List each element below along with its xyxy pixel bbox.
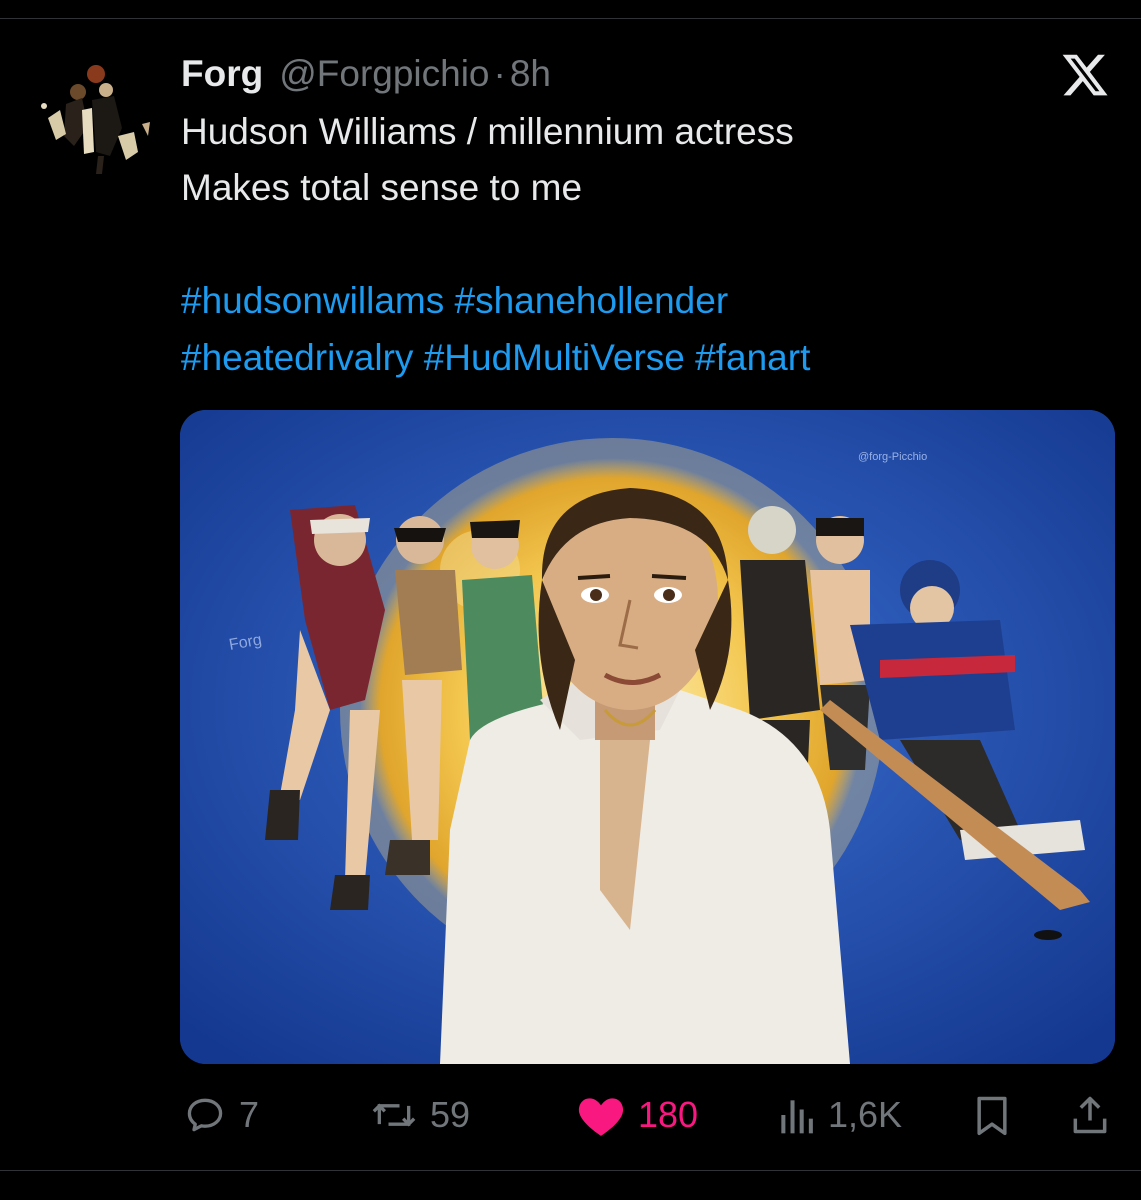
post-timestamp[interactable]: 8h — [510, 53, 551, 95]
hashtag-link[interactable]: #HudMultiVerse — [424, 337, 685, 378]
top-divider — [0, 18, 1141, 19]
post-header: Forg @Forgpichio · 8h — [181, 52, 551, 96]
repost-button[interactable]: 59 — [370, 1090, 470, 1140]
hashtag-link[interactable]: #fanart — [695, 337, 810, 378]
bottom-divider — [0, 1170, 1141, 1171]
repost-count: 59 — [430, 1094, 471, 1135]
like-button[interactable]: 180 — [576, 1090, 698, 1140]
post-text-line: Hudson Williams / millennium actress — [181, 111, 794, 152]
views-icon — [781, 1100, 813, 1134]
hashtag-link[interactable]: #hudsonwillams — [181, 280, 444, 321]
hashtag-line: #heatedrivalry #HudMultiVerse #fanart — [181, 336, 810, 380]
x-logo-icon[interactable] — [1058, 50, 1112, 100]
views-count: 1,6K — [828, 1094, 903, 1135]
author-display-name[interactable]: Forg — [181, 53, 263, 95]
reply-count: 7 — [239, 1094, 260, 1135]
share-icon — [1073, 1096, 1107, 1134]
post-media-image[interactable]: Forg @forg-Picchio — [180, 410, 1115, 1064]
hashtag-link[interactable]: #shanehollender — [455, 280, 729, 321]
like-count: 180 — [638, 1094, 699, 1135]
fanart-illustration: Forg @forg-Picchio — [180, 410, 1115, 1064]
avatar-illustration — [26, 56, 158, 180]
bookmark-button[interactable] — [970, 1090, 1014, 1140]
views-button[interactable]: 1,6K — [776, 1090, 902, 1140]
author-avatar[interactable] — [26, 56, 158, 180]
author-handle[interactable]: @Forgpichio — [279, 53, 489, 95]
hashtag-link[interactable]: #heatedrivalry — [181, 337, 413, 378]
repost-icon — [372, 1103, 416, 1127]
share-button[interactable] — [1068, 1090, 1112, 1140]
post-text-line: Makes total sense to me — [181, 167, 583, 208]
artist-watermark: @forg-Picchio — [858, 451, 927, 463]
reply-icon — [187, 1098, 223, 1132]
hashtag-line: #hudsonwillams #shanehollender — [181, 279, 728, 323]
bookmark-icon — [977, 1096, 1007, 1136]
post-actions-bar: 7 59 180 1,6K — [0, 1090, 1141, 1140]
header-separator: · — [493, 53, 506, 94]
heart-icon — [578, 1098, 624, 1136]
reply-button[interactable]: 7 — [183, 1090, 259, 1140]
